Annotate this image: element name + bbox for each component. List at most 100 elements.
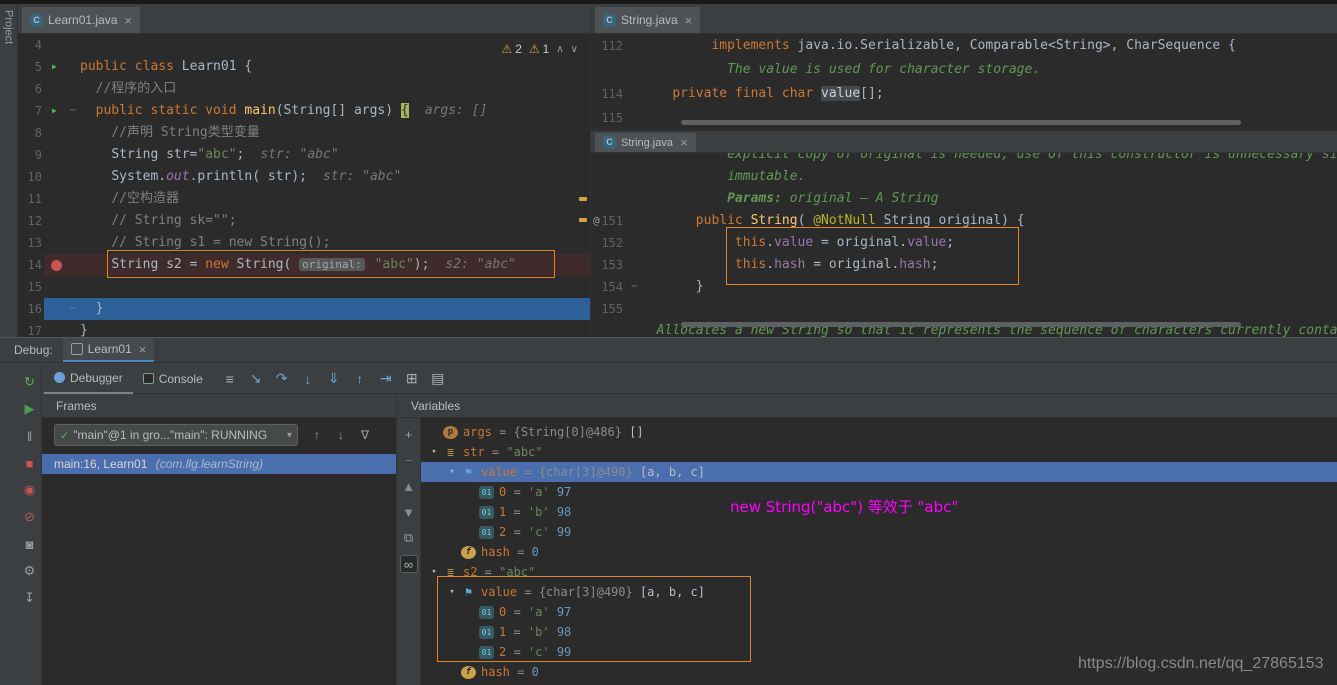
code-line-body[interactable]: public String( @NotNull String original)… — [631, 210, 1337, 232]
code-line[interactable]: 114 private final char value[]; — [591, 82, 1337, 106]
code-line-body[interactable]: this.hash = original.hash; — [631, 254, 1337, 276]
close-session-icon[interactable]: × — [139, 342, 147, 357]
pin-tab-icon[interactable]: ↧ — [21, 589, 39, 607]
line-number[interactable]: 5 — [18, 56, 44, 78]
code-line[interactable]: 8 //声明 String类型变量 — [18, 122, 590, 144]
variable-row-str-hash[interactable]: fhash = 0 — [421, 542, 1337, 562]
code-line[interactable]: 11 //空构造器 — [18, 188, 590, 210]
code-line[interactable]: 14 String s2 = new String( original: "ab… — [18, 254, 590, 276]
expand-chevron-icon[interactable]: ▾ — [445, 462, 459, 482]
line-number[interactable]: 155 — [591, 298, 631, 320]
code-line[interactable]: 15 — [18, 276, 590, 298]
code-line[interactable]: 152 this.value = original.value; — [591, 232, 1337, 254]
code-line-body[interactable]: immutable. — [631, 166, 1337, 188]
fold-marker-icon[interactable]: − — [631, 276, 637, 298]
horizontal-scrollbar[interactable] — [681, 120, 1241, 125]
view-breakpoints-icon[interactable]: ◉ — [21, 481, 39, 499]
show-execution-point-icon[interactable]: ↘ — [245, 368, 267, 390]
line-number[interactable]: 7 — [18, 100, 44, 122]
tab-string-java-top[interactable]: C String.java × — [595, 7, 700, 33]
code-line-body[interactable]: explicit copy of original is needed, use… — [631, 153, 1337, 166]
code-line-body[interactable] — [631, 106, 1337, 129]
hide-frames-filter-icon[interactable]: ∇ — [356, 426, 374, 444]
code-line[interactable]: 10 System.out.println( str);str: "abc" — [18, 166, 590, 188]
code-line-body[interactable]: // String sk=""; — [44, 210, 590, 232]
line-number[interactable] — [591, 153, 631, 166]
code-line-body[interactable]: implements java.io.Serializable, Compara… — [631, 34, 1337, 58]
code-line-body[interactable]: // String s1 = new String(); — [44, 232, 590, 254]
close-tab-icon[interactable]: × — [680, 135, 688, 150]
code-editor-string-bottom[interactable]: explicit copy of original is needed, use… — [591, 153, 1337, 337]
code-line-body[interactable]: ▶− public static void main(String[] args… — [44, 100, 590, 122]
line-number[interactable]: 152 — [591, 232, 631, 254]
variables-tree[interactable]: pargs = {String[0]@486} []▾≣str = "abc"▾… — [421, 418, 1337, 685]
layout-settings-icon[interactable]: ≡ — [219, 368, 241, 390]
code-line[interactable]: 13 // String s1 = new String(); — [18, 232, 590, 254]
chevron-down-icon[interactable]: ▾ — [287, 430, 292, 441]
line-number[interactable]: 11 — [18, 188, 44, 210]
code-line[interactable]: 17} — [18, 320, 590, 337]
code-line[interactable]: The value is used for character storage. — [591, 58, 1337, 82]
frame-down-icon[interactable]: ↓ — [332, 426, 350, 444]
code-line-body[interactable]: //程序的入口 — [44, 78, 590, 100]
run-gutter-icon[interactable]: ▶ — [52, 100, 57, 122]
restore-layout-icon[interactable]: ▤ — [427, 368, 449, 390]
line-number[interactable]: 15 — [18, 276, 44, 298]
code-editor-string-top[interactable]: 112 implements java.io.Serializable, Com… — [591, 34, 1337, 129]
code-line-body[interactable]: ▶public class Learn01 { — [44, 56, 590, 78]
code-line[interactable]: 153 this.hash = original.hash; — [591, 254, 1337, 276]
show-watches-icon[interactable]: ∞ — [400, 555, 418, 573]
add-watch-icon[interactable]: + — [400, 425, 418, 443]
line-number[interactable]: 14 — [18, 254, 44, 276]
code-line-body[interactable]: The value is used for character storage. — [631, 58, 1337, 82]
move-watch-down-icon[interactable]: ▼ — [400, 503, 418, 521]
frame-up-icon[interactable]: ↑ — [308, 426, 326, 444]
line-number[interactable]: 115 — [591, 106, 631, 129]
debug-session-tab[interactable]: Learn01 × — [63, 338, 155, 362]
line-number[interactable]: 151@ — [591, 210, 631, 232]
code-line-body[interactable]: String str="abc";str: "abc" — [44, 144, 590, 166]
code-line[interactable]: 154− } — [591, 276, 1337, 298]
close-tab-icon[interactable]: × — [124, 13, 132, 28]
code-line[interactable]: explicit copy of original is needed, use… — [591, 153, 1337, 166]
code-line[interactable]: 115 — [591, 106, 1337, 129]
line-number[interactable]: 13 — [18, 232, 44, 254]
variable-row-s2-value[interactable]: ▾⚑value = {char[3]@490} [a, b, c] — [421, 582, 1337, 602]
line-number[interactable]: 16 — [18, 298, 44, 320]
fold-marker-icon[interactable]: − — [70, 298, 76, 320]
code-line-body[interactable]: Params: original – A String — [631, 188, 1337, 210]
code-line-body[interactable]: private final char value[]; — [631, 82, 1337, 106]
variable-row-s2-value-0[interactable]: 010 = 'a' 97 — [421, 602, 1337, 622]
breakpoint-icon[interactable] — [51, 260, 62, 271]
code-line[interactable]: 5▶public class Learn01 { — [18, 56, 590, 78]
line-number[interactable]: 114 — [591, 82, 631, 106]
duplicate-watch-icon[interactable]: ⧉ — [400, 529, 418, 547]
line-number[interactable]: 17 — [18, 320, 44, 337]
code-editor-learn01[interactable]: 45▶public class Learn01 {6 //程序的入口7▶− pu… — [18, 34, 590, 337]
expand-chevron-icon[interactable]: ▾ — [427, 562, 441, 582]
variable-row-str-value[interactable]: ▾⚑value = {char[3]@490} [a, b, c] — [421, 462, 1337, 482]
project-stripe-button[interactable]: Project — [3, 10, 15, 44]
run-to-cursor-icon[interactable]: ⇥ — [375, 368, 397, 390]
thread-dump-camera-icon[interactable]: ◙ — [21, 535, 39, 553]
line-number[interactable]: 9 — [18, 144, 44, 166]
variable-row-str-value-2[interactable]: 012 = 'c' 99 — [421, 522, 1337, 542]
thread-selector[interactable]: ✓ "main"@1 in gro..."main": RUNNING ▾ — [54, 424, 298, 446]
code-line-body[interactable]: } — [44, 320, 590, 337]
code-line[interactable]: 151@ public String( @NotNull String orig… — [591, 210, 1337, 232]
mute-breakpoints-icon[interactable]: ⊘ — [21, 508, 39, 526]
error-stripe-mark[interactable] — [579, 218, 587, 222]
rerun-debug-icon[interactable]: ↻ — [21, 373, 39, 391]
code-line-body[interactable] — [631, 298, 1337, 320]
move-watch-up-icon[interactable]: ▲ — [400, 477, 418, 495]
pause-program-icon[interactable]: ‖ — [21, 427, 39, 445]
code-line-body[interactable]: String s2 = new String( original: "abc")… — [44, 254, 590, 276]
line-number[interactable]: 154 — [591, 276, 631, 298]
next-problem-icon[interactable]: ∨ — [571, 44, 578, 55]
code-line-body[interactable] — [44, 276, 590, 298]
line-number[interactable]: 4 — [18, 34, 44, 56]
expand-chevron-icon[interactable]: ▾ — [445, 582, 459, 602]
tab-console[interactable]: Console — [133, 364, 213, 394]
inspections-widget[interactable]: ⚠2⚠1 ∧ ∨ — [501, 42, 578, 56]
code-line-body[interactable]: System.out.println( str);str: "abc" — [44, 166, 590, 188]
